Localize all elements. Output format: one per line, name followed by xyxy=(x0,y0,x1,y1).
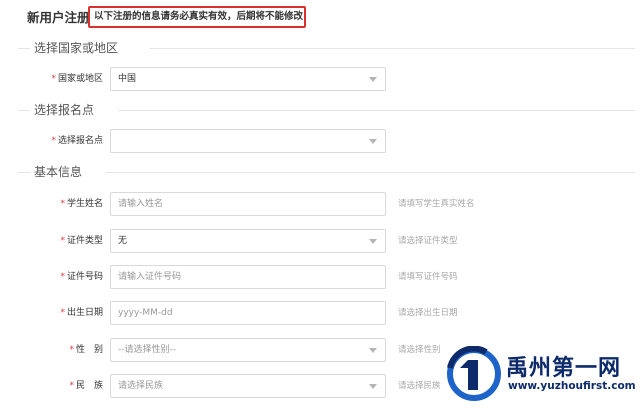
field-hint-birth-date: 请选择出生日期 xyxy=(398,308,458,318)
required-mark: * xyxy=(69,345,74,355)
form-row-id-number: * 证件号码 请输入证件号码 请填写证件号码 xyxy=(0,265,641,289)
site-watermark: 禹州第一网 www.yuzhoufirst.com xyxy=(446,340,636,410)
required-mark: * xyxy=(51,136,56,146)
field-hint-id-number: 请填写证件号码 xyxy=(398,272,458,282)
field-label-gender: * 性 别 xyxy=(69,345,103,355)
field-label-ethnicity: * 民 族 xyxy=(69,381,103,391)
ethnicity-select-value: 请选择民族 xyxy=(118,381,164,391)
section-label: 基本信息 xyxy=(34,163,89,181)
field-hint-name: 请填写学生真实姓名 xyxy=(398,199,475,209)
id-type-select[interactable]: 无 xyxy=(110,229,386,253)
section-divider xyxy=(18,48,30,49)
field-label-name: * 学生姓名 xyxy=(60,199,103,209)
country-select-value: 中国 xyxy=(118,74,137,84)
ethnicity-select[interactable]: 请选择民族 xyxy=(110,374,386,398)
section-divider xyxy=(106,172,635,173)
section-title-signup-point: 选择报名点 xyxy=(0,100,641,120)
section-divider xyxy=(150,48,635,49)
section-title-basic-info: 基本信息 xyxy=(0,162,641,182)
gender-select-value: --请选择性别-- xyxy=(118,345,176,355)
required-mark: * xyxy=(60,199,65,209)
field-hint-gender: 请选择性别 xyxy=(398,345,441,355)
chevron-down-icon xyxy=(369,348,377,353)
chevron-down-icon xyxy=(369,239,377,244)
field-label-id-type: * 证件类型 xyxy=(60,236,103,246)
required-mark: * xyxy=(51,74,56,84)
section-title-country: 选择国家或地区 xyxy=(0,38,641,58)
chevron-down-icon xyxy=(369,384,377,389)
field-label-id-number: * 证件号码 xyxy=(60,272,103,282)
chevron-down-icon xyxy=(369,77,377,82)
field-hint-id-type: 请选择证件类型 xyxy=(398,236,458,246)
birth-date-input[interactable]: yyyy-MM-dd xyxy=(110,301,386,325)
required-mark: * xyxy=(60,308,65,318)
page-title: 新用户注册 xyxy=(27,10,90,25)
birth-date-placeholder: yyyy-MM-dd xyxy=(118,308,173,318)
form-row-id-type: * 证件类型 无 请选择证件类型 xyxy=(0,229,641,253)
section-label: 选择报名点 xyxy=(34,101,101,119)
notice-banner: 以下注册的信息请务必真实有效，后期将不能修改 xyxy=(88,6,306,28)
id-number-placeholder: 请输入证件号码 xyxy=(118,272,182,282)
field-label-country: * 国家或地区 xyxy=(51,74,103,84)
watermark-logo-icon xyxy=(447,346,501,401)
country-select[interactable]: 中国 xyxy=(110,67,386,91)
required-mark: * xyxy=(60,272,65,282)
section-divider xyxy=(18,172,30,173)
section-divider xyxy=(18,110,30,111)
id-number-input[interactable]: 请输入证件号码 xyxy=(110,265,386,289)
field-label-signup-point: * 选择报名点 xyxy=(51,136,103,146)
watermark-name: 禹州第一网 xyxy=(506,356,622,381)
section-label: 选择国家或地区 xyxy=(34,39,125,57)
required-mark: * xyxy=(60,236,65,246)
id-type-select-value: 无 xyxy=(118,236,128,246)
watermark-url: www.yuzhoufirst.com xyxy=(508,380,636,392)
student-name-input[interactable]: 请输入姓名 xyxy=(110,192,386,216)
form-row-name: * 学生姓名 请输入姓名 请填写学生真实姓名 xyxy=(0,192,641,216)
section-divider xyxy=(118,110,635,111)
chevron-down-icon xyxy=(369,139,377,144)
form-row-country: * 国家或地区 中国 xyxy=(0,67,641,91)
field-label-birth-date: * 出生日期 xyxy=(60,308,103,318)
field-hint-ethnicity: 请选择民族 xyxy=(398,381,441,391)
student-name-placeholder: 请输入姓名 xyxy=(118,199,164,209)
gender-select[interactable]: --请选择性别-- xyxy=(110,338,386,362)
form-row-birth-date: * 出生日期 yyyy-MM-dd 请选择出生日期 xyxy=(0,301,641,325)
required-mark: * xyxy=(69,381,74,391)
signup-point-select[interactable] xyxy=(110,129,386,153)
form-row-signup-point: * 选择报名点 xyxy=(0,129,641,153)
